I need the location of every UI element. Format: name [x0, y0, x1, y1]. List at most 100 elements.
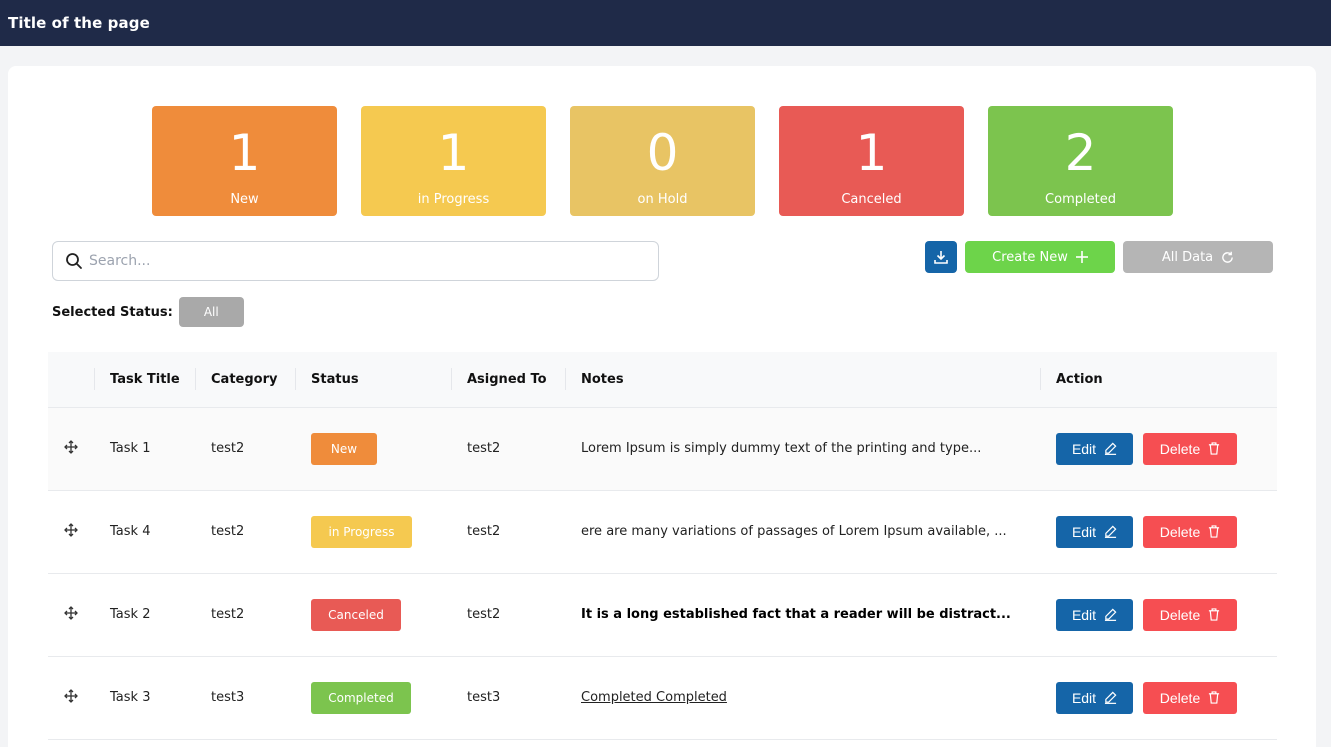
notes-cell: Lorem Ipsum is simply dummy text of the …	[581, 441, 982, 456]
pencil-icon	[1104, 442, 1117, 455]
notes-cell: It is a long established fact that a rea…	[581, 607, 1011, 622]
edit-button[interactable]: Edit	[1056, 515, 1133, 548]
card-on-hold[interactable]: 0 on Hold	[570, 106, 755, 216]
status-cell: Canceled	[295, 573, 451, 656]
card-count: 2	[1064, 124, 1097, 182]
status-badge: New	[311, 432, 377, 465]
drag-handle-cell[interactable]	[48, 407, 94, 490]
card-label: Completed	[1045, 192, 1116, 207]
delete-button[interactable]: Delete	[1143, 515, 1237, 548]
card-completed[interactable]: 2 Completed	[988, 106, 1173, 216]
refresh-icon	[1222, 251, 1233, 263]
card-canceled[interactable]: 1 Canceled	[779, 106, 964, 216]
assigned-to-cell: test2	[467, 441, 501, 456]
edit-label: Edit	[1071, 523, 1097, 540]
assigned-to-cell: test3	[467, 690, 501, 705]
column-header-notes[interactable]: Notes	[565, 352, 1040, 407]
task-title-cell: Task 3	[110, 690, 151, 705]
search-icon	[66, 253, 82, 269]
edit-button[interactable]: Edit	[1056, 598, 1133, 631]
trash-icon	[1209, 691, 1220, 704]
status-cell: in Progress	[295, 490, 451, 573]
card-count: 0	[646, 124, 679, 182]
card-count: 1	[437, 124, 470, 182]
status-filter: Selected Status: All	[52, 297, 244, 327]
edit-button[interactable]: Edit	[1056, 681, 1133, 714]
delete-label: Delete	[1159, 689, 1201, 706]
column-header-status[interactable]: Status	[295, 352, 451, 407]
pencil-icon	[1104, 691, 1117, 704]
card-label: on Hold	[637, 192, 688, 207]
download-icon	[934, 251, 948, 264]
edit-button[interactable]: Edit	[1056, 432, 1133, 465]
tasks-table: Task Title Category Status Asigned To No…	[48, 352, 1277, 740]
card-in-progress[interactable]: 1 in Progress	[361, 106, 546, 216]
notes-link[interactable]: Completed Completed	[581, 690, 727, 705]
assigned-to-cell: test2	[467, 524, 501, 539]
move-icon[interactable]	[64, 439, 78, 454]
notes-cell: Completed Completed	[565, 656, 1040, 739]
action-cell: Edit Delete	[1040, 490, 1277, 573]
move-icon[interactable]	[64, 688, 78, 703]
column-header-category[interactable]: Category	[195, 352, 295, 407]
search-input[interactable]	[89, 253, 629, 269]
delete-label: Delete	[1159, 523, 1201, 540]
category-cell: test3	[211, 690, 245, 705]
category-cell: test2	[211, 524, 245, 539]
status-filter-label: Selected Status:	[52, 304, 173, 320]
action-cell: Edit Delete	[1040, 573, 1277, 656]
drag-handle-cell[interactable]	[48, 573, 94, 656]
all-data-button[interactable]: All Data	[1123, 241, 1273, 273]
search-box	[52, 241, 659, 281]
download-button[interactable]	[925, 241, 957, 273]
drag-handle-cell[interactable]	[48, 490, 94, 573]
assigned-to-cell: test2	[467, 607, 501, 622]
status-cell: Completed	[295, 656, 451, 739]
status-badge: Canceled	[311, 598, 401, 631]
card-label: Canceled	[841, 192, 902, 207]
summary-cards: 1 New 1 in Progress 0 on Hold 1 Canceled…	[152, 106, 1173, 216]
category-cell: test2	[211, 607, 245, 622]
card-new[interactable]: 1 New	[152, 106, 337, 216]
pencil-icon	[1104, 525, 1117, 538]
status-cell: New	[295, 407, 451, 490]
column-header-task-title[interactable]: Task Title	[94, 352, 195, 407]
action-cell: Edit Delete	[1040, 407, 1277, 490]
pencil-icon	[1104, 608, 1117, 621]
table-row: Task 3 test3 Completed test3 Completed C…	[48, 656, 1277, 739]
card-label: in Progress	[417, 192, 490, 207]
status-badge: in Progress	[311, 515, 412, 548]
action-cell: Edit Delete	[1040, 656, 1277, 739]
status-badge: Completed	[311, 681, 411, 714]
delete-button[interactable]: Delete	[1143, 681, 1237, 714]
notes-cell: ere are many variations of passages of L…	[581, 524, 1007, 539]
column-header-assigned-to[interactable]: Asigned To	[451, 352, 565, 407]
card-label: New	[230, 192, 259, 207]
main-panel: 1 New 1 in Progress 0 on Hold 1 Canceled…	[8, 66, 1316, 747]
move-icon[interactable]	[64, 522, 78, 537]
trash-icon	[1209, 608, 1220, 621]
column-header-action: Action	[1040, 352, 1277, 407]
category-cell: test2	[211, 441, 245, 456]
drag-handle-cell[interactable]	[48, 656, 94, 739]
status-filter-chip[interactable]: All	[178, 297, 244, 327]
task-title-cell: Task 2	[110, 607, 151, 622]
table-row: Task 4 test2 in Progress test2 ere are m…	[48, 490, 1277, 573]
top-bar: Title of the page	[0, 0, 1331, 46]
card-count: 1	[855, 124, 888, 182]
edit-label: Edit	[1071, 606, 1097, 623]
table-row: Task 2 test2 Canceled test2 It is a long…	[48, 573, 1277, 656]
edit-label: Edit	[1071, 440, 1097, 457]
task-title-cell: Task 1	[110, 441, 151, 456]
edit-label: Edit	[1071, 689, 1097, 706]
all-data-label: All Data	[1161, 249, 1214, 265]
toolbar: Create New All Data	[925, 241, 1273, 273]
page-title: Title of the page	[8, 14, 150, 32]
trash-icon	[1209, 442, 1220, 455]
move-icon[interactable]	[64, 605, 78, 620]
card-count: 1	[228, 124, 261, 182]
table-header-row: Task Title Category Status Asigned To No…	[48, 352, 1277, 407]
create-new-button[interactable]: Create New	[965, 241, 1115, 273]
delete-button[interactable]: Delete	[1143, 432, 1237, 465]
delete-button[interactable]: Delete	[1143, 598, 1237, 631]
